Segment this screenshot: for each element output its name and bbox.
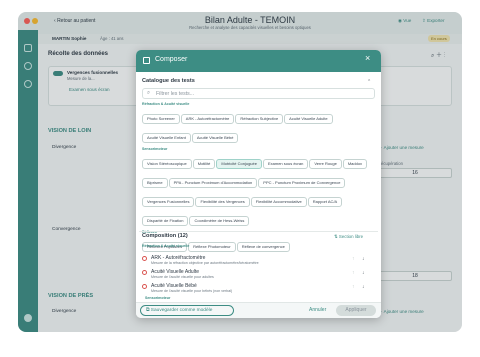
catalog-test-chip[interactable]: Photo Screener bbox=[142, 114, 180, 124]
catalog-group-items: Photo Screener ARK - Autoréfractomètre Réf… bbox=[142, 107, 378, 145]
catalog-test-chip[interactable]: Disparité de Fixation bbox=[142, 216, 189, 226]
catalog-test-chip[interactable]: Acuité Visuelle Adulte bbox=[284, 114, 333, 124]
composition-item[interactable]: Acuité Visuelle Bébé Mesure de l'acuité v… bbox=[142, 282, 374, 296]
cancel-button[interactable]: Annuler bbox=[309, 307, 326, 313]
search-icon: ⌕ bbox=[147, 90, 151, 96]
remove-icon[interactable] bbox=[142, 256, 147, 261]
catalog-test-chip[interactable]: Flexibilité Accommodative bbox=[250, 197, 307, 207]
catalog-test-chip[interactable]: Examen sous écran bbox=[262, 159, 309, 169]
composition-next-group: Sensorimoteur bbox=[145, 296, 171, 300]
composition-item-desc: Mesure de la réfraction objective par au… bbox=[151, 261, 259, 265]
modal-footer: ⧉ Sauvegarder comme modèle Annuler Appli… bbox=[136, 302, 381, 318]
free-section-label: Section libre bbox=[338, 234, 364, 239]
composition-section: Composition (12) ⇅ Section libre Réfract… bbox=[139, 233, 378, 249]
composition-group-label: Réfraction & Acuité visuelle bbox=[142, 244, 190, 248]
search-input[interactable]: Filtrer les tests... bbox=[156, 91, 194, 97]
catalog-test-chip[interactable]: Acuité Visuelle Enfant bbox=[142, 133, 191, 143]
remove-icon[interactable] bbox=[142, 270, 147, 275]
search-field[interactable]: ⌕ Filtrer les tests... bbox=[142, 88, 375, 99]
app-window: ‹ Retour au patient Bilan Adulte - TEMOI… bbox=[18, 12, 462, 332]
catalog-test-chip[interactable]: Verre Rouge bbox=[309, 159, 342, 169]
catalog-test-chip[interactable]: ARK - Autoréfractomètre bbox=[180, 114, 235, 124]
modal-header: Composer × bbox=[136, 50, 381, 72]
arrow-up-icon[interactable]: ↑ bbox=[352, 284, 355, 290]
catalog-test-chip[interactable]: Réfraction Subjective bbox=[235, 114, 284, 124]
catalog-title: Catalogue des tests bbox=[142, 78, 195, 84]
catalog-group-label: Sensorimoteur bbox=[142, 147, 168, 151]
composition-item[interactable]: ARK - Autoréfractomètre Mesure de la réfr… bbox=[142, 254, 374, 268]
close-icon[interactable]: × bbox=[365, 54, 370, 63]
catalog-test-chip[interactable]: PPA - Punctum Proximum d'Accommodation bbox=[168, 178, 258, 188]
catalog-section: Catalogue des tests ⌃ ⌕ Filtrer les test… bbox=[139, 76, 378, 255]
arrow-down-icon[interactable]: ↓ bbox=[362, 284, 365, 290]
catalog-test-chip[interactable]: PPC - Punctum Proximum de Convergence bbox=[258, 178, 346, 188]
composition-item-desc: Mesure de l'acuité visuelle pour adultes bbox=[151, 275, 214, 279]
composer-icon bbox=[143, 57, 150, 64]
catalog-test-chip[interactable]: Vision Stéréoscopique bbox=[142, 159, 192, 169]
bookmark-icon: ⧉ bbox=[146, 308, 150, 313]
composition-item[interactable]: Acuité Visuelle Adulte Mesure de l'acuité… bbox=[142, 268, 374, 282]
catalog-test-chip[interactable]: Maddox bbox=[342, 159, 368, 169]
catalog-test-chip[interactable]: Vergences Fusionnelles bbox=[142, 197, 195, 207]
arrow-down-icon[interactable]: ↓ bbox=[362, 270, 365, 276]
save-model-button[interactable]: ⧉ Sauvegarder comme modèle bbox=[140, 305, 234, 316]
modal-title: Composer bbox=[155, 56, 188, 63]
arrow-down-icon[interactable]: ↓ bbox=[362, 256, 365, 262]
apply-button[interactable]: Appliquer bbox=[336, 305, 376, 316]
catalog-test-chip[interactable]: Biprisme bbox=[142, 178, 168, 188]
remove-icon[interactable] bbox=[142, 284, 147, 289]
catalog-test-chip[interactable]: Acuité Visuelle Bébé bbox=[191, 133, 239, 143]
catalog-test-chip[interactable]: Motricité Conjuguée bbox=[216, 159, 262, 169]
catalog-group-label: Réfraction & Acuité visuelle bbox=[142, 102, 190, 106]
catalog-group-items: Vision Stéréoscopique Motilité Motricité C… bbox=[142, 152, 378, 228]
catalog-test-chip[interactable]: Coordimètre de Hess-Weiss bbox=[189, 216, 250, 226]
catalog-test-chip[interactable]: Rapport AC/A bbox=[307, 197, 343, 207]
arrow-up-icon[interactable]: ↑ bbox=[352, 270, 355, 276]
arrow-up-icon[interactable]: ↑ bbox=[352, 256, 355, 262]
catalog-test-chip[interactable]: Flexibilité des Vergences bbox=[195, 197, 250, 207]
save-model-label: Sauvegarder comme modèle bbox=[150, 308, 213, 313]
catalog-test-chip[interactable]: Motilité bbox=[192, 159, 216, 169]
composer-modal: Composer × Catalogue des tests ⌃ ⌕ Filtr… bbox=[136, 50, 381, 318]
chevron-up-icon[interactable]: ⌃ bbox=[367, 79, 371, 85]
composition-item-desc: Mesure de l'acuité visuelle pour bébés (… bbox=[151, 289, 233, 293]
free-section-button[interactable]: ⇅ Section libre bbox=[334, 234, 363, 240]
